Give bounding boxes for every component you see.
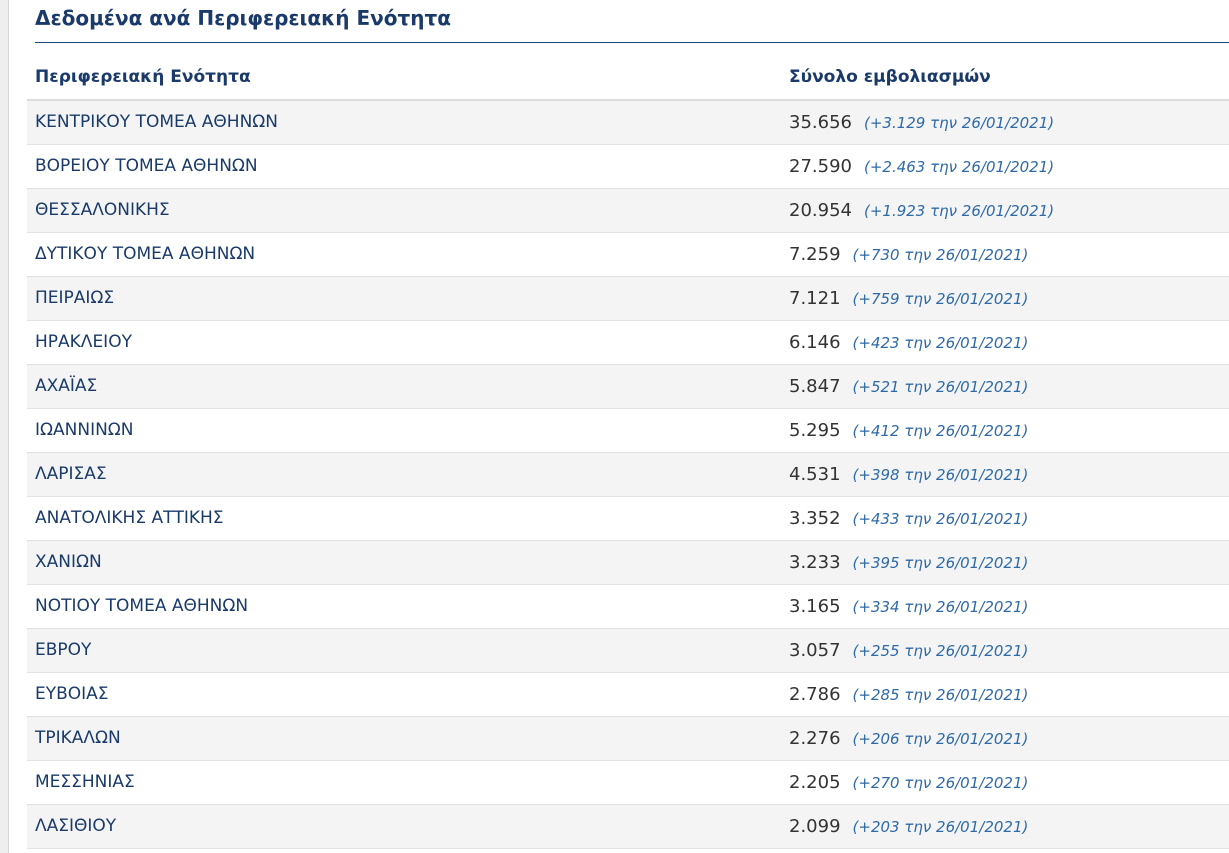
region-name-cell: ΜΕΣΣΗΝΙΑΣ xyxy=(27,760,781,805)
table-row: ΕΥΒΟΙΑΣ 2.786 (+285 την 26/01/2021) xyxy=(27,672,1229,717)
table-row: ΠΕΙΡΑΙΩΣ 7.121 (+759 την 26/01/2021) xyxy=(27,276,1229,321)
table-row: ΕΒΡΟΥ 3.057 (+255 την 26/01/2021) xyxy=(27,628,1229,673)
daily-increase-note: (+1.923 την 26/01/2021) xyxy=(863,201,1055,220)
vaccination-total-value: 2.786 xyxy=(789,683,841,705)
daily-increase-note: (+3.129 την 26/01/2021) xyxy=(863,113,1055,132)
region-name-cell: ΒΟΡΕΙΟΥ ΤΟΜΕΑ ΑΘΗΝΩΝ xyxy=(27,144,781,189)
vaccination-total-value: 2.276 xyxy=(789,727,841,749)
region-name-cell: ΑΝΑΤΟΛΙΚΗΣ ΑΤΤΙΚΗΣ xyxy=(27,496,781,541)
vaccination-total-cell: 3.057 (+255 την 26/01/2021) xyxy=(781,628,1229,673)
vaccination-total-cell: 35.656 (+3.129 την 26/01/2021) xyxy=(781,100,1229,145)
daily-increase-note: (+395 την 26/01/2021) xyxy=(852,553,1029,572)
vaccination-total-cell: 2.276 (+206 την 26/01/2021) xyxy=(781,716,1229,761)
vaccination-total-cell: 7.121 (+759 την 26/01/2021) xyxy=(781,276,1229,321)
daily-increase-note: (+206 την 26/01/2021) xyxy=(852,729,1029,748)
daily-increase-note: (+2.463 την 26/01/2021) xyxy=(863,157,1055,176)
daily-increase-note: (+423 την 26/01/2021) xyxy=(852,333,1029,352)
daily-increase-note: (+334 την 26/01/2021) xyxy=(852,597,1029,616)
table-row: ΚΕΝΤΡΙΚΟΥ ΤΟΜΕΑ ΑΘΗΝΩΝ 35.656 (+3.129 την … xyxy=(27,100,1229,145)
region-name-cell: ΝΟΤΙΟΥ ΤΟΜΕΑ ΑΘΗΝΩΝ xyxy=(27,584,781,629)
region-vaccination-table: Περιφερειακή Ενότητα Σύνολο εμβολιασμών … xyxy=(27,55,1229,849)
daily-increase-note: (+521 την 26/01/2021) xyxy=(852,377,1029,396)
region-name-cell: ΑΧΑΪΑΣ xyxy=(27,364,781,409)
table-row: ΑΧΑΪΑΣ 5.847 (+521 την 26/01/2021) xyxy=(27,364,1229,409)
vaccination-total-value: 5.295 xyxy=(789,419,841,441)
vaccination-total-value: 4.531 xyxy=(789,463,841,485)
daily-increase-note: (+398 την 26/01/2021) xyxy=(852,465,1029,484)
left-rail xyxy=(0,0,9,853)
vaccination-total-cell: 2.099 (+203 την 26/01/2021) xyxy=(781,804,1229,849)
daily-increase-note: (+255 την 26/01/2021) xyxy=(852,641,1029,660)
table-row: ΛΑΣΙΘΙΟΥ 2.099 (+203 την 26/01/2021) xyxy=(27,804,1229,849)
section-title: Δεδομένα ανά Περιφερειακή Ενότητα xyxy=(35,6,452,30)
daily-increase-note: (+759 την 26/01/2021) xyxy=(852,289,1029,308)
daily-increase-note: (+203 την 26/01/2021) xyxy=(852,817,1029,836)
table-row: ΛΑΡΙΣΑΣ 4.531 (+398 την 26/01/2021) xyxy=(27,452,1229,497)
region-name-cell: ΠΕΙΡΑΙΩΣ xyxy=(27,276,781,321)
table-row: ΙΩΑΝΝΙΝΩΝ 5.295 (+412 την 26/01/2021) xyxy=(27,408,1229,453)
daily-increase-note: (+285 την 26/01/2021) xyxy=(852,685,1029,704)
daily-increase-note: (+270 την 26/01/2021) xyxy=(852,773,1029,792)
header-total: Σύνολο εμβολιασμών xyxy=(781,55,1229,101)
vaccination-total-cell: 5.295 (+412 την 26/01/2021) xyxy=(781,408,1229,453)
table-row: ΔΥΤΙΚΟΥ ΤΟΜΕΑ ΑΘΗΝΩΝ 7.259 (+730 την 26/01… xyxy=(27,232,1229,277)
vaccination-total-value: 2.205 xyxy=(789,771,841,793)
region-name-cell: ΚΕΝΤΡΙΚΟΥ ΤΟΜΕΑ ΑΘΗΝΩΝ xyxy=(27,100,781,145)
vaccination-total-value: 6.146 xyxy=(789,331,841,353)
vaccination-total-cell: 5.847 (+521 την 26/01/2021) xyxy=(781,364,1229,409)
vaccination-total-cell: 3.165 (+334 την 26/01/2021) xyxy=(781,584,1229,629)
region-name-cell: ΧΑΝΙΩΝ xyxy=(27,540,781,585)
vaccination-total-value: 20.954 xyxy=(789,199,852,221)
vaccination-total-cell: 20.954 (+1.923 την 26/01/2021) xyxy=(781,188,1229,233)
region-name-cell: ΛΑΡΙΣΑΣ xyxy=(27,452,781,497)
vaccination-total-value: 5.847 xyxy=(789,375,841,397)
table-row: ΝΟΤΙΟΥ ΤΟΜΕΑ ΑΘΗΝΩΝ 3.165 (+334 την 26/01/… xyxy=(27,584,1229,629)
table-row: ΘΕΣΣΑΛΟΝΙΚΗΣ 20.954 (+1.923 την 26/01/2021… xyxy=(27,188,1229,233)
vaccination-total-cell: 27.590 (+2.463 την 26/01/2021) xyxy=(781,144,1229,189)
title-divider xyxy=(35,42,1229,43)
vaccination-total-cell: 3.352 (+433 την 26/01/2021) xyxy=(781,496,1229,541)
vaccination-total-value: 35.656 xyxy=(789,111,852,133)
vaccination-total-cell: 3.233 (+395 την 26/01/2021) xyxy=(781,540,1229,585)
vaccination-total-value: 3.233 xyxy=(789,551,841,573)
vaccination-total-value: 3.352 xyxy=(789,507,841,529)
table-row: ΒΟΡΕΙΟΥ ΤΟΜΕΑ ΑΘΗΝΩΝ 27.590 (+2.463 την 26… xyxy=(27,144,1229,189)
vaccination-total-value: 27.590 xyxy=(789,155,852,177)
region-name-cell: ΕΒΡΟΥ xyxy=(27,628,781,673)
daily-increase-note: (+412 την 26/01/2021) xyxy=(852,421,1029,440)
vaccination-total-value: 3.057 xyxy=(789,639,841,661)
page: Δεδομένα ανά Περιφερειακή Ενότητα Περιφε… xyxy=(0,0,1229,853)
vaccination-total-value: 7.259 xyxy=(789,243,841,265)
vaccination-total-cell: 2.786 (+285 την 26/01/2021) xyxy=(781,672,1229,717)
vaccination-total-cell: 4.531 (+398 την 26/01/2021) xyxy=(781,452,1229,497)
table-row: ΗΡΑΚΛΕΙΟΥ 6.146 (+423 την 26/01/2021) xyxy=(27,320,1229,365)
daily-increase-note: (+433 την 26/01/2021) xyxy=(852,509,1029,528)
vaccination-total-value: 7.121 xyxy=(789,287,841,309)
region-name-cell: ΛΑΣΙΘΙΟΥ xyxy=(27,804,781,849)
daily-increase-note: (+730 την 26/01/2021) xyxy=(852,245,1029,264)
region-name-cell: ΔΥΤΙΚΟΥ ΤΟΜΕΑ ΑΘΗΝΩΝ xyxy=(27,232,781,277)
vaccination-total-cell: 2.205 (+270 την 26/01/2021) xyxy=(781,760,1229,805)
region-name-cell: ΘΕΣΣΑΛΟΝΙΚΗΣ xyxy=(27,188,781,233)
table-header-row: Περιφερειακή Ενότητα Σύνολο εμβολιασμών xyxy=(27,55,1229,101)
table-row: ΤΡΙΚΑΛΩΝ 2.276 (+206 την 26/01/2021) xyxy=(27,716,1229,761)
vaccination-total-value: 2.099 xyxy=(789,815,841,837)
header-region: Περιφερειακή Ενότητα xyxy=(27,55,781,101)
vaccination-total-value: 3.165 xyxy=(789,595,841,617)
region-name-cell: ΕΥΒΟΙΑΣ xyxy=(27,672,781,717)
region-name-cell: ΤΡΙΚΑΛΩΝ xyxy=(27,716,781,761)
table-row: ΑΝΑΤΟΛΙΚΗΣ ΑΤΤΙΚΗΣ 3.352 (+433 την 26/01/2… xyxy=(27,496,1229,541)
vaccination-total-cell: 7.259 (+730 την 26/01/2021) xyxy=(781,232,1229,277)
region-name-cell: ΙΩΑΝΝΙΝΩΝ xyxy=(27,408,781,453)
table-row: ΧΑΝΙΩΝ 3.233 (+395 την 26/01/2021) xyxy=(27,540,1229,585)
table-row: ΜΕΣΣΗΝΙΑΣ 2.205 (+270 την 26/01/2021) xyxy=(27,760,1229,805)
vaccination-total-cell: 6.146 (+423 την 26/01/2021) xyxy=(781,320,1229,365)
region-name-cell: ΗΡΑΚΛΕΙΟΥ xyxy=(27,320,781,365)
